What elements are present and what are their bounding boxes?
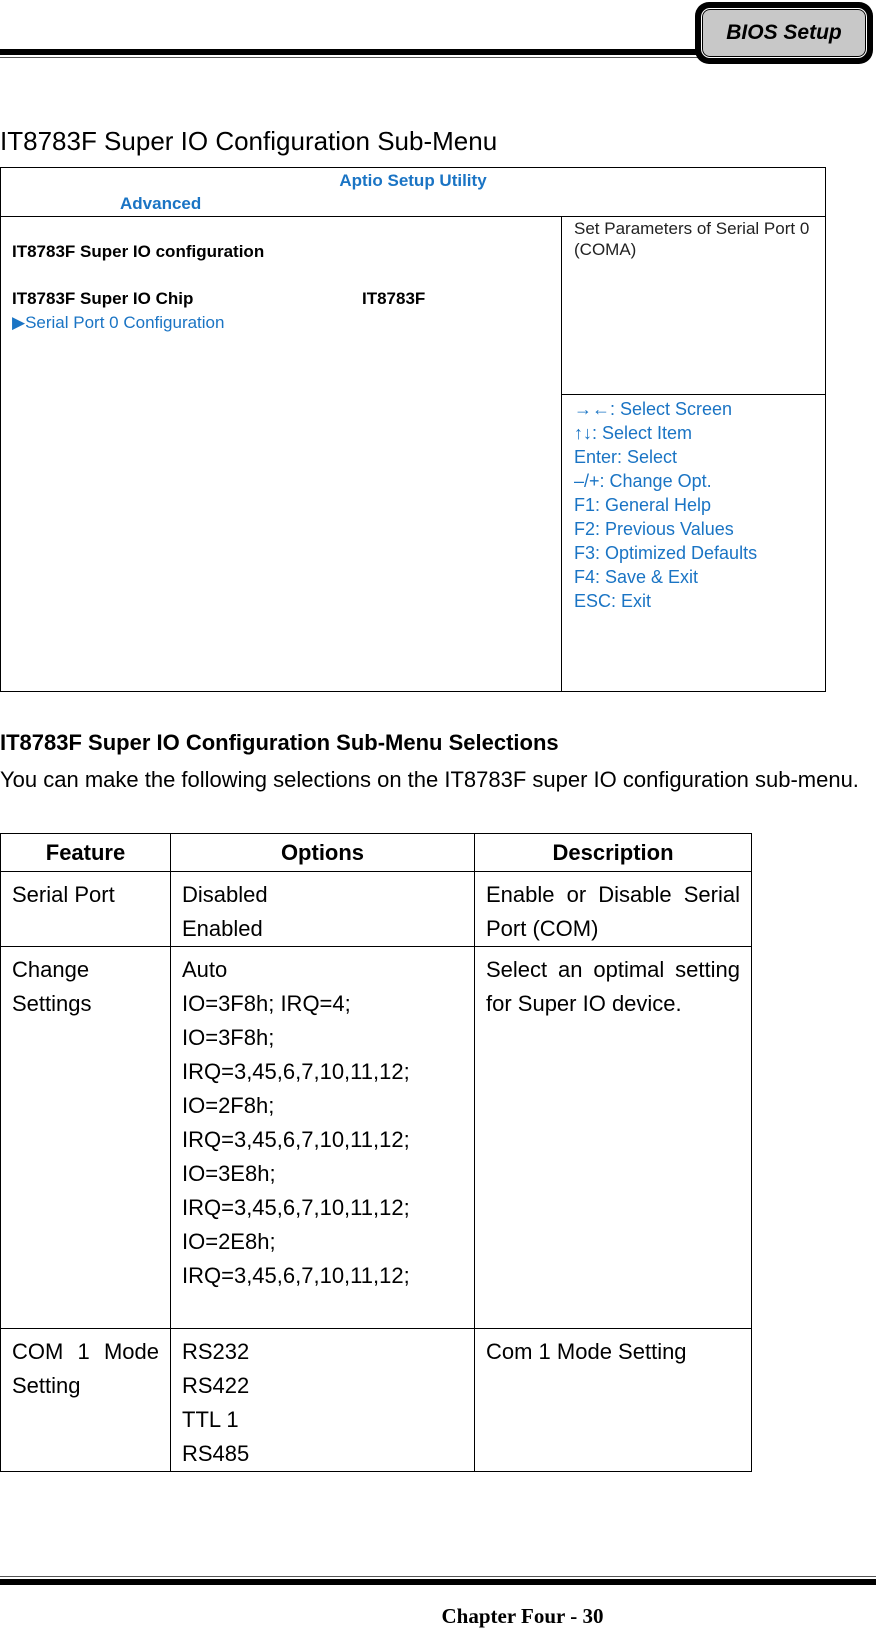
page-title: IT8783F Super IO Configuration Sub-Menu	[0, 126, 498, 156]
options-cell: Disabled Enabled	[170, 871, 475, 947]
option-item: IO=3F8h; IRQ=4;	[182, 991, 351, 1016]
page-number: Chapter Four - 30	[441, 1604, 604, 1628]
option-item: Enabled	[182, 916, 263, 941]
option-item: Disabled	[182, 882, 268, 907]
table-row: COM 1 Mode Setting RS232 RS422 TTL 1 RS4…	[0, 1328, 752, 1472]
option-item: Auto	[182, 957, 228, 982]
table-row: Serial Port Disabled Enabled Enable or D…	[0, 871, 752, 947]
option-item: IRQ=3,45,6,7,10,11,12;	[182, 1127, 410, 1152]
footer-rule-thick	[0, 1579, 876, 1585]
section-tab-label: BIOS Setup	[701, 8, 867, 58]
selections-title: IT8783F Super IO Configuration Sub-Menu …	[0, 730, 559, 755]
option-item: IRQ=3,45,6,7,10,11,12;	[182, 1059, 410, 1084]
description-cell: Enable or Disable Serial Port (COM)	[474, 871, 752, 947]
option-item: IRQ=3,45,6,7,10,11,12;	[182, 1263, 410, 1288]
help-text: Set Parameters of Serial Port 0 (COMA)	[574, 219, 810, 259]
triangle-right-icon: ▶	[12, 313, 26, 332]
key-enter-select: Enter: Select	[574, 447, 678, 467]
section-title: IT8783F Super IO configuration	[12, 242, 265, 261]
feature-cell: Serial Port	[0, 871, 171, 947]
table-header-row: Feature Options Description	[0, 833, 752, 872]
utility-title: Aptio Setup Utility	[339, 171, 487, 190]
options-table: Feature Options Description Serial Port …	[0, 833, 752, 1472]
chip-label: IT8783F Super IO Chip	[12, 289, 194, 308]
help-pane: Set Parameters of Serial Port 0 (COMA)	[562, 216, 825, 395]
option-item: IO=2E8h;	[182, 1229, 276, 1254]
option-item: IO=2F8h;	[182, 1093, 275, 1118]
bios-header: Aptio Setup Utility Advanced	[1, 168, 825, 217]
key-select-item: ↑↓: Select Item	[574, 423, 693, 443]
submenu-label: Serial Port 0 Configuration	[25, 313, 225, 332]
bios-settings-pane: IT8783F Super IO configuration IT8783F S…	[1, 216, 562, 691]
option-item: RS232	[182, 1339, 250, 1364]
header-rule-thick	[0, 49, 700, 55]
footer-rule-thin	[0, 1576, 876, 1577]
feature-cell: Change Settings	[0, 946, 171, 1329]
options-cell: Auto IO=3F8h; IRQ=4; IO=3F8h; IRQ=3,45,6…	[170, 946, 475, 1329]
description-cell: Com 1 Mode Setting	[474, 1328, 752, 1472]
option-item: RS422	[182, 1373, 250, 1398]
key-change-opt: –/+: Change Opt.	[574, 471, 712, 491]
description-cell: Select an optimal setting for Super IO d…	[474, 946, 752, 1329]
option-item: TTL 1	[182, 1407, 239, 1432]
header-rule-thin	[0, 57, 700, 58]
key-legend: →←: Select Screen ↑↓: Select Item Enter:…	[574, 397, 757, 613]
table-row: Change Settings Auto IO=3F8h; IRQ=4; IO=…	[0, 946, 752, 1329]
key-f1-help: F1: General Help	[574, 495, 712, 515]
key-esc-exit: ESC: Exit	[574, 591, 652, 611]
header-options: Options	[170, 833, 475, 872]
key-legend-pane: →←: Select Screen ↑↓: Select Item Enter:…	[562, 395, 825, 691]
option-item: IO=3F8h;	[182, 1025, 275, 1050]
key-select-screen: →←: Select Screen	[574, 399, 733, 419]
tab-advanced[interactable]: Advanced	[120, 194, 201, 214]
selections-intro: You can make the following selections on…	[0, 767, 859, 792]
key-f2-previous: F2: Previous Values	[574, 519, 734, 539]
key-f4-save-exit: F4: Save & Exit	[574, 567, 699, 587]
chip-value: IT8783F	[362, 289, 426, 308]
header-description: Description	[474, 833, 752, 872]
bios-screen: Aptio Setup Utility Advanced IT8783F Sup…	[0, 167, 826, 692]
option-item: IRQ=3,45,6,7,10,11,12;	[182, 1195, 410, 1220]
feature-cell: COM 1 Mode Setting	[0, 1328, 171, 1472]
section-tab: BIOS Setup	[695, 2, 873, 64]
header-feature: Feature	[0, 833, 171, 872]
submenu-serial-port-0[interactable]: ▶Serial Port 0 Configuration	[12, 313, 224, 333]
option-item: IO=3E8h;	[182, 1161, 276, 1186]
option-item: RS485	[182, 1441, 250, 1466]
options-cell: RS232 RS422 TTL 1 RS485	[170, 1328, 475, 1472]
key-f3-defaults: F3: Optimized Defaults	[574, 543, 758, 563]
